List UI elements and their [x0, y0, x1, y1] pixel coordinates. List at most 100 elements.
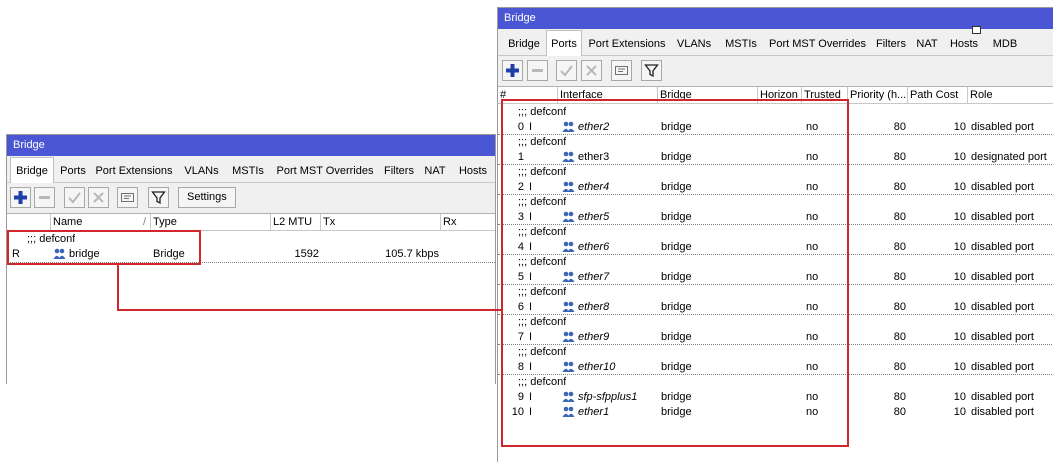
col-rx[interactable]: Rx [441, 214, 495, 230]
enable-button[interactable] [556, 60, 577, 81]
check-icon [560, 65, 573, 77]
remove-button[interactable] [34, 187, 55, 208]
check-icon [68, 192, 81, 204]
port-priority: 80 [893, 301, 906, 313]
port-priority: 80 [893, 241, 906, 253]
comment-icon [121, 193, 134, 202]
port-path-cost: 10 [953, 391, 966, 403]
port-path-cost: 10 [953, 301, 966, 313]
tab-port-extensions[interactable]: Port Extensions [586, 33, 668, 55]
port-priority: 80 [893, 121, 906, 133]
cross-icon [586, 65, 597, 76]
tab-nat[interactable]: NAT [420, 160, 450, 182]
port-priority: 80 [893, 331, 906, 343]
toolbar: Settings [7, 183, 495, 213]
tab-bridge[interactable]: Bridge [504, 33, 544, 55]
tab-vlans[interactable]: VLANs [179, 160, 224, 182]
connector-line-horizontal [117, 309, 502, 311]
port-path-cost: 10 [953, 121, 966, 133]
tab-vlans[interactable]: VLANs [672, 33, 716, 55]
port-priority: 80 [893, 211, 906, 223]
port-role: disabled port [971, 406, 1034, 418]
tab-bridge[interactable]: Bridge [10, 157, 54, 183]
filter-icon [644, 64, 659, 78]
port-path-cost: 10 [953, 331, 966, 343]
comment-button[interactable] [611, 60, 632, 81]
port-path-cost: 10 [953, 241, 966, 253]
port-role: designated port [971, 151, 1047, 163]
tab-filters[interactable]: Filters [381, 160, 417, 182]
port-role: disabled port [971, 241, 1034, 253]
window-title: Bridge [498, 8, 1053, 29]
tab-nat[interactable]: NAT [912, 33, 942, 55]
tab-ports[interactable]: Ports [546, 30, 582, 56]
col-name[interactable]: Name / [51, 214, 151, 230]
comment-button[interactable] [117, 187, 138, 208]
tab-hosts[interactable]: Hosts [453, 160, 493, 182]
port-role: disabled port [971, 361, 1034, 373]
port-priority: 80 [893, 391, 906, 403]
plus-icon [506, 64, 519, 77]
tab-bar: Bridge Ports Port Extensions VLANs MSTIs… [498, 29, 1053, 56]
port-role: disabled port [971, 121, 1034, 133]
row-rx [441, 247, 495, 262]
settings-button[interactable]: Settings [178, 187, 236, 208]
port-priority: 80 [893, 271, 906, 283]
port-role: disabled port [971, 271, 1034, 283]
tab-port-mst-overrides[interactable]: Port MST Overrides [272, 160, 378, 182]
tab-bar: Bridge Ports Port Extensions VLANs MSTIs… [7, 156, 495, 183]
window-title: Bridge [7, 135, 495, 156]
row-l2mtu: 1592 [294, 248, 319, 260]
port-path-cost: 10 [953, 151, 966, 163]
cross-icon [93, 192, 104, 203]
col-priority[interactable]: Priority (h... [848, 87, 908, 103]
port-priority: 80 [893, 406, 906, 418]
port-role: disabled port [971, 211, 1034, 223]
tab-port-extensions[interactable]: Port Extensions [92, 160, 176, 182]
minus-icon [532, 69, 543, 72]
add-button[interactable] [10, 187, 31, 208]
col-tx[interactable]: Tx [321, 214, 441, 230]
port-path-cost: 10 [953, 361, 966, 373]
sort-icon: / [142, 216, 146, 228]
port-role: disabled port [971, 301, 1034, 313]
port-priority: 80 [893, 151, 906, 163]
col-l2mtu[interactable]: L2 MTU [271, 214, 321, 230]
filter-icon [151, 191, 166, 205]
tab-filters[interactable]: Filters [873, 33, 909, 55]
tab-mstis[interactable]: MSTIs [227, 160, 269, 182]
add-button[interactable] [502, 60, 523, 81]
tab-port-mst-overrides[interactable]: Port MST Overrides [765, 33, 870, 55]
filter-button[interactable] [641, 60, 662, 81]
toolbar [498, 56, 1053, 86]
connector-line-vertical [117, 264, 119, 311]
port-path-cost: 10 [953, 211, 966, 223]
tab-hosts[interactable]: Hosts [945, 33, 983, 55]
port-role: disabled port [971, 391, 1034, 403]
tab-mdb[interactable]: MDB [986, 33, 1024, 55]
comment-icon [615, 66, 628, 75]
disable-button[interactable] [88, 187, 109, 208]
tab-ports[interactable]: Ports [56, 160, 90, 182]
plus-icon [14, 191, 27, 204]
col-path-cost[interactable]: Path Cost [908, 87, 968, 103]
port-priority: 80 [893, 181, 906, 193]
minus-icon [39, 196, 50, 199]
enable-button[interactable] [64, 187, 85, 208]
tab-mstis[interactable]: MSTIs [720, 33, 762, 55]
port-priority: 80 [893, 361, 906, 373]
port-path-cost: 10 [953, 181, 966, 193]
port-path-cost: 10 [953, 406, 966, 418]
filter-button[interactable] [148, 187, 169, 208]
highlight-box-port-list [501, 99, 849, 447]
port-path-cost: 10 [953, 271, 966, 283]
row-tx: 105.7 kbps [385, 248, 439, 260]
remove-button[interactable] [527, 60, 548, 81]
col-flags[interactable] [7, 214, 51, 230]
highlight-box-bridge-row [7, 230, 201, 265]
col-type[interactable]: Type [151, 214, 271, 230]
port-role: disabled port [971, 331, 1034, 343]
port-role: disabled port [971, 181, 1034, 193]
disable-button[interactable] [581, 60, 602, 81]
col-role[interactable]: Role [968, 87, 1053, 103]
